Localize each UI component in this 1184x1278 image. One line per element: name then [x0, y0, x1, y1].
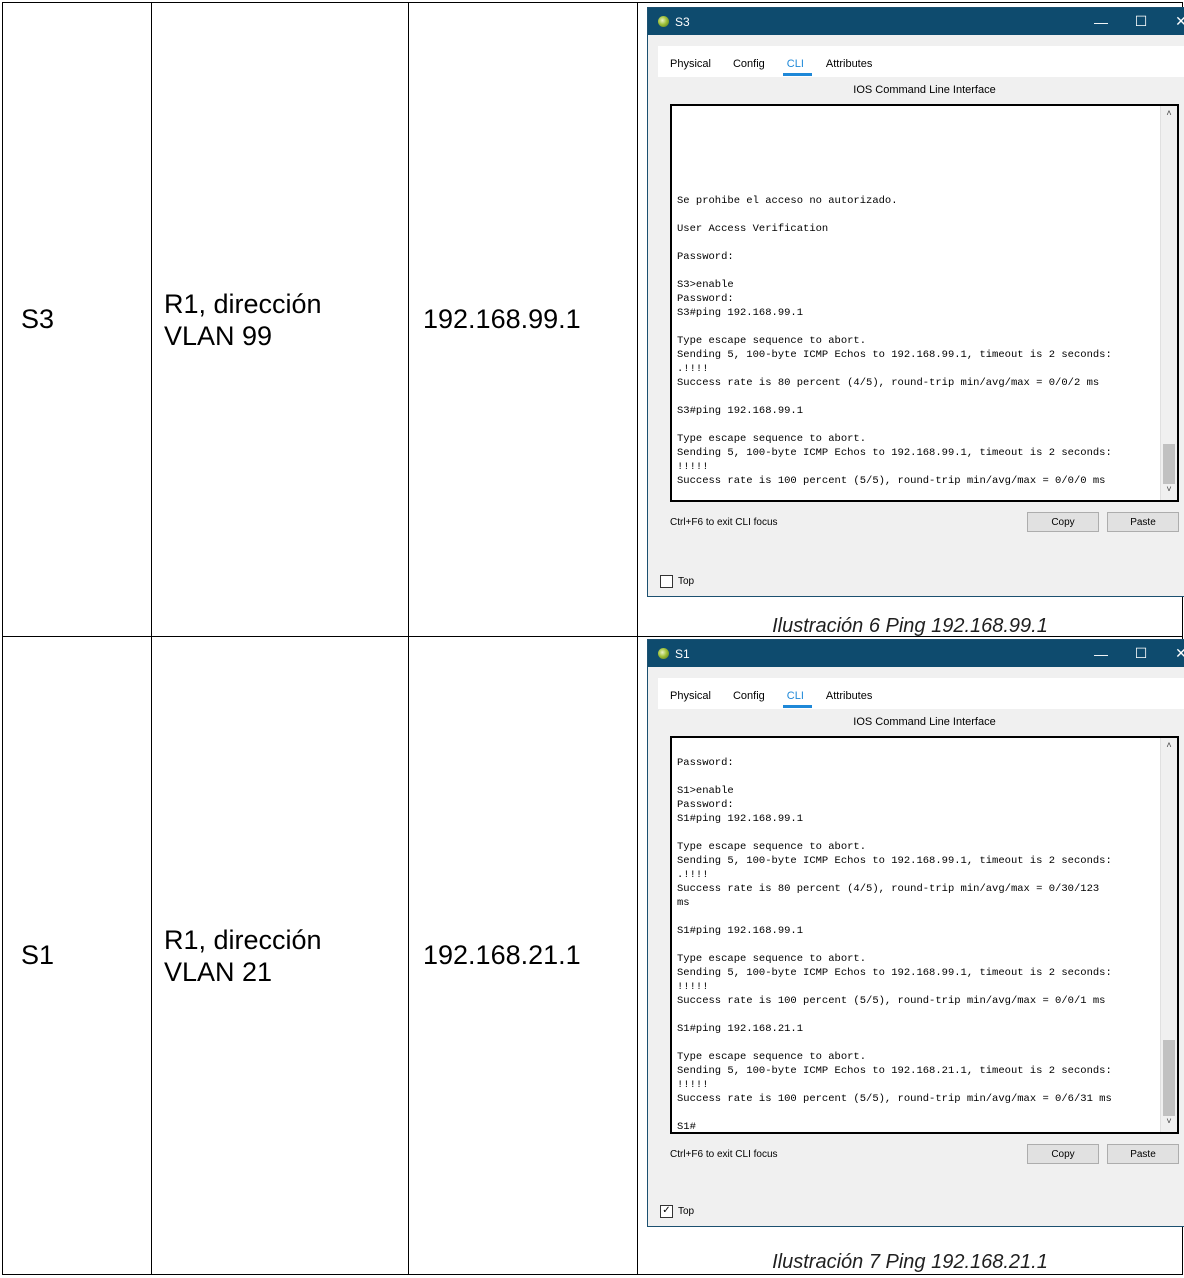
window-titlebar[interactable]: S3 — ☐ ✕: [648, 8, 1184, 35]
cli-header: IOS Command Line Interface: [853, 716, 996, 728]
description-cell: R1, dirección VLAN 99: [151, 2, 409, 637]
cli-panel: IOS Command Line Interface Password: S1>…: [658, 709, 1184, 1216]
device-cell: S1: [2, 636, 152, 1275]
maximize-icon[interactable]: ☐: [1121, 8, 1161, 35]
cli-header: IOS Command Line Interface: [853, 84, 996, 96]
tab-cli[interactable]: CLI: [782, 58, 816, 76]
cli-footer: Ctrl+F6 to exit CLI focus Copy Paste: [670, 1143, 1179, 1165]
cli-footer: Ctrl+F6 to exit CLI focus Copy Paste: [670, 511, 1179, 533]
tab-bar: Physical Config CLI Attributes: [658, 678, 1184, 708]
minimize-icon[interactable]: —: [1081, 8, 1121, 35]
tab-cli[interactable]: CLI: [782, 690, 816, 708]
description-line: VLAN 21: [164, 956, 273, 987]
packet-tracer-window: S3 — ☐ ✕ Physical Config CLI Attributes: [647, 7, 1184, 597]
app-icon: [658, 16, 669, 27]
tab-config[interactable]: Config: [733, 690, 777, 708]
cli-panel: IOS Command Line Interface Se prohibe el…: [658, 77, 1184, 563]
ip-cell: 192.168.99.1: [408, 2, 638, 637]
top-toggle[interactable]: ✓ Top: [660, 1205, 694, 1218]
top-label: Top: [678, 576, 695, 587]
figure-caption: Ilustración 6 Ping 192.168.99.1: [772, 615, 1048, 637]
ip-cell: 192.168.21.1: [408, 636, 638, 1275]
top-toggle[interactable]: Top: [660, 575, 694, 588]
terminal-scrollbar[interactable]: ˄ ˅: [1160, 106, 1177, 500]
paste-button[interactable]: Paste: [1107, 1144, 1179, 1164]
description-line: R1, dirección: [164, 288, 322, 319]
minimize-icon[interactable]: —: [1081, 640, 1121, 667]
tab-physical[interactable]: Physical: [670, 690, 723, 708]
tab-bar: Physical Config CLI Attributes: [658, 46, 1184, 76]
terminal-scrollbar[interactable]: ˄ ˅: [1160, 738, 1177, 1132]
scroll-down-icon[interactable]: ˅: [1161, 484, 1177, 498]
scroll-up-icon[interactable]: ˄: [1161, 108, 1177, 122]
copy-button[interactable]: Copy: [1027, 512, 1099, 532]
packet-tracer-window: S1 — ☐ ✕ Physical Config CLI Attributes: [647, 639, 1184, 1227]
scrollbar-thumb[interactable]: [1163, 1040, 1175, 1116]
copy-button[interactable]: Copy: [1027, 1144, 1099, 1164]
top-checkbox[interactable]: ✓: [660, 1205, 673, 1218]
window-title: S1: [675, 646, 690, 661]
cli-terminal[interactable]: Se prohibe el acceso no autorizado. User…: [670, 104, 1179, 502]
description-line: R1, dirección: [164, 924, 322, 955]
tab-attributes[interactable]: Attributes: [826, 58, 884, 76]
tab-physical[interactable]: Physical: [670, 58, 723, 76]
description-line: VLAN 99: [164, 320, 273, 351]
window-body: Physical Config CLI Attributes IOS Comma…: [658, 46, 1184, 563]
close-icon[interactable]: ✕: [1161, 640, 1184, 667]
device-cell: S3: [2, 2, 152, 637]
table-row: S3 R1, dirección VLAN 99 192.168.99.1 S3…: [2, 2, 1184, 637]
window-body: Physical Config CLI Attributes IOS Comma…: [658, 678, 1184, 1216]
top-label: Top: [678, 1206, 695, 1217]
scroll-down-icon[interactable]: ˅: [1161, 1116, 1177, 1130]
window-title: S3: [675, 14, 690, 29]
cli-terminal[interactable]: Password: S1>enable Password: S1#ping 19…: [670, 736, 1179, 1134]
screenshot-cell: S1 — ☐ ✕ Physical Config CLI Attributes: [637, 636, 1184, 1275]
tab-attributes[interactable]: Attributes: [826, 690, 884, 708]
description-cell: R1, dirección VLAN 21: [151, 636, 409, 1275]
focus-hint: Ctrl+F6 to exit CLI focus: [670, 516, 778, 528]
app-icon: [658, 648, 669, 659]
screenshot-cell: S3 — ☐ ✕ Physical Config CLI Attributes: [637, 2, 1184, 637]
scroll-up-icon[interactable]: ˄: [1161, 740, 1177, 754]
maximize-icon[interactable]: ☐: [1121, 640, 1161, 667]
terminal-output[interactable]: Password: S1>enable Password: S1#ping 19…: [672, 738, 1177, 1132]
terminal-output[interactable]: Se prohibe el acceso no autorizado. User…: [672, 106, 1177, 500]
close-icon[interactable]: ✕: [1161, 8, 1184, 35]
focus-hint: Ctrl+F6 to exit CLI focus: [670, 1148, 778, 1160]
window-titlebar[interactable]: S1 — ☐ ✕: [648, 640, 1184, 667]
ping-results-table: S3 R1, dirección VLAN 99 192.168.99.1 S3…: [2, 2, 1184, 1275]
paste-button[interactable]: Paste: [1107, 512, 1179, 532]
top-checkbox[interactable]: [660, 575, 673, 588]
tab-config[interactable]: Config: [733, 58, 777, 76]
table-row: S1 R1, dirección VLAN 21 192.168.21.1 S1…: [2, 636, 1184, 1275]
scrollbar-thumb[interactable]: [1163, 444, 1175, 484]
figure-caption: Ilustración 7 Ping 192.168.21.1: [772, 1251, 1048, 1273]
